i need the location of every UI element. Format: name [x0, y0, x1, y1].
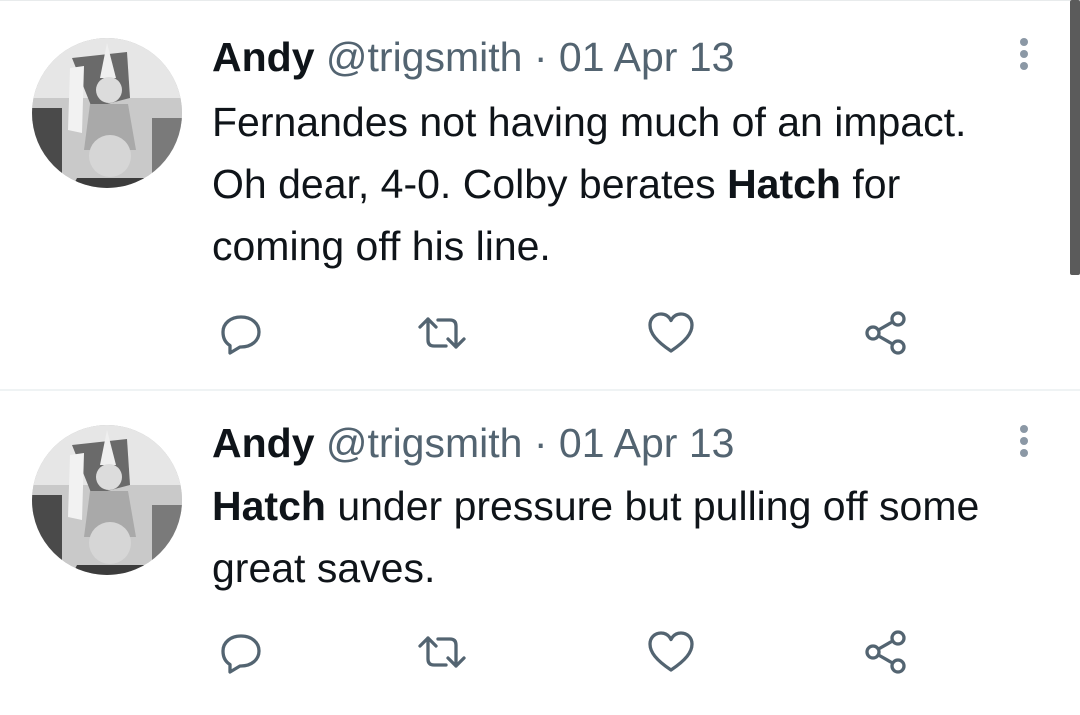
author-handle[interactable]: @trigsmith — [326, 34, 523, 80]
avatar[interactable] — [32, 425, 182, 575]
share-icon — [865, 630, 906, 674]
separator: · — [533, 34, 548, 80]
reply-icon — [221, 634, 261, 674]
tweet[interactable]: Andy @trigsmith · 01 Apr 13 Hatch under … — [0, 389, 1080, 715]
tweet-date[interactable]: 01 Apr 13 — [559, 34, 735, 80]
tweet-text-bold: Hatch — [212, 483, 326, 529]
tweet-text-segment: under pressure but pulling off some grea… — [212, 483, 980, 591]
author-name[interactable]: Andy — [212, 34, 315, 80]
tweet[interactable]: Andy @trigsmith · 01 Apr 13 Fernandes no… — [0, 0, 1080, 389]
more-options-icon[interactable] — [1016, 425, 1032, 461]
author-name[interactable]: Andy — [212, 420, 315, 466]
tweet-text: Hatch under pressure but pulling off som… — [212, 475, 1012, 599]
tweet-text-bold: Hatch — [727, 161, 841, 207]
retweet-icon — [418, 636, 466, 668]
share-icon — [865, 311, 906, 355]
tweet-date[interactable]: 01 Apr 13 — [559, 420, 735, 466]
more-options-icon[interactable] — [1016, 38, 1032, 74]
share-button[interactable] — [862, 627, 912, 677]
share-button[interactable] — [862, 308, 912, 358]
heart-icon — [648, 631, 694, 672]
separator: · — [533, 420, 548, 466]
tweet-text: Fernandes not having much of an impact. … — [212, 91, 1012, 277]
tweet-actions — [212, 627, 932, 677]
like-button[interactable] — [646, 627, 696, 677]
avatar-photo — [32, 38, 182, 188]
retweet-button[interactable] — [417, 308, 467, 358]
heart-icon — [648, 312, 694, 353]
tweet-header: Andy @trigsmith · 01 Apr 13 — [212, 419, 734, 467]
author-handle[interactable]: @trigsmith — [326, 420, 523, 466]
retweet-icon — [418, 317, 466, 349]
reply-button[interactable] — [216, 627, 266, 677]
reply-button[interactable] — [216, 308, 266, 358]
tweet-actions — [212, 308, 932, 358]
retweet-button[interactable] — [417, 627, 467, 677]
tweet-header: Andy @trigsmith · 01 Apr 13 — [212, 33, 734, 81]
scrollbar[interactable] — [1070, 0, 1080, 275]
reply-icon — [221, 315, 261, 355]
avatar-photo — [32, 425, 182, 575]
avatar[interactable] — [32, 38, 182, 188]
like-button[interactable] — [646, 308, 696, 358]
